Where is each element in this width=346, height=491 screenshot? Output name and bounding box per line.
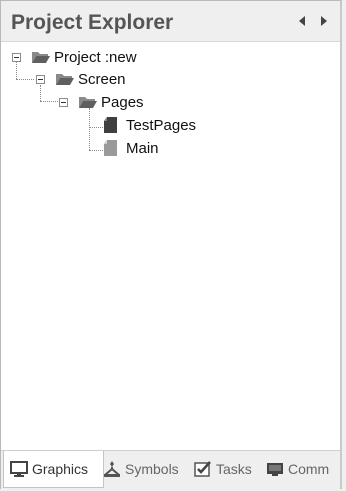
- tree-node-label: Project :new: [54, 48, 137, 66]
- tree-node-label: Pages: [101, 93, 144, 111]
- collapse-screen-toggle[interactable]: [36, 75, 45, 84]
- tasks-icon: [194, 461, 211, 477]
- tab-label: Graphics: [32, 461, 89, 477]
- tree-node-project[interactable]: Project :new: [31, 47, 137, 67]
- scroll-left-icon[interactable]: [296, 14, 310, 28]
- tab-graphics[interactable]: Graphics: [3, 451, 104, 488]
- tab-label: Tasks: [216, 461, 252, 477]
- tab-comm[interactable]: Comm: [266, 451, 341, 487]
- tab-label: Comm: [288, 461, 330, 477]
- tab-tasks[interactable]: Tasks: [194, 451, 260, 487]
- tree-node-testpages[interactable]: TestPages: [103, 115, 196, 135]
- panel-header: Project Explorer: [1, 1, 340, 42]
- tree-connector: [89, 127, 103, 128]
- tab-label: Symbols: [125, 461, 179, 477]
- tree-connector: [40, 85, 41, 101]
- tree-node-main[interactable]: Main: [103, 138, 159, 158]
- tree-node-label: TestPages: [126, 116, 197, 134]
- tree-connector: [89, 108, 90, 150]
- tree-connector: [16, 61, 17, 79]
- collapse-pages-toggle[interactable]: [59, 98, 68, 107]
- tree-connector: [16, 79, 34, 80]
- open-folder-icon: [32, 52, 50, 63]
- bottom-tab-bar: Graphics Symbols Tasks Comm: [1, 450, 340, 489]
- tree-node-pages[interactable]: Pages: [78, 92, 144, 112]
- tree-connector: [40, 101, 58, 102]
- project-tree: Project :new Screen Pages TestPages Main: [1, 43, 340, 448]
- collapse-project-toggle[interactable]: [12, 53, 21, 62]
- comm-icon: [267, 463, 283, 476]
- page-dark-icon: [104, 117, 117, 133]
- page-light-icon: [104, 140, 117, 156]
- open-folder-icon: [79, 97, 97, 108]
- tab-symbols[interactable]: Symbols: [103, 451, 189, 487]
- tree-node-screen[interactable]: Screen: [55, 69, 126, 89]
- tree-node-label: Main: [126, 139, 159, 157]
- open-folder-icon: [56, 74, 74, 85]
- tree-connector: [89, 150, 103, 151]
- panel-title: Project Explorer: [11, 11, 174, 34]
- project-explorer-panel: Project Explorer Project :new Screen Pag…: [0, 0, 342, 489]
- symbols-icon: [104, 461, 120, 477]
- scroll-right-icon[interactable]: [316, 14, 330, 28]
- monitor-icon: [10, 461, 28, 477]
- tree-node-label: Screen: [78, 70, 126, 88]
